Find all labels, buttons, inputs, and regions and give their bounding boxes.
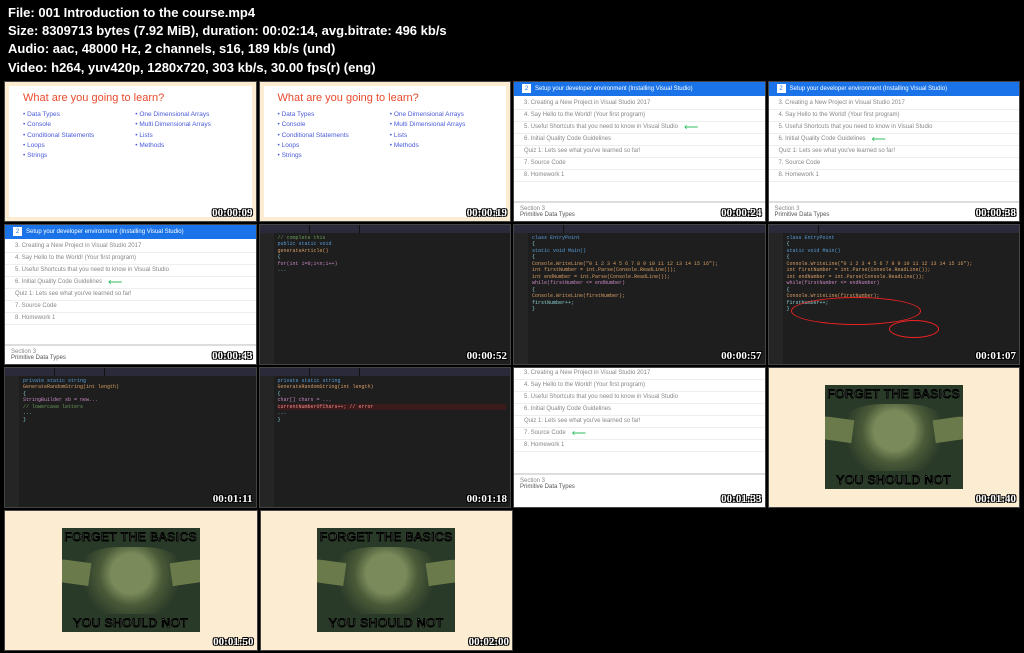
timestamp: 00:00:52 [467,350,507,362]
timestamp: 00:01:33 [721,493,761,505]
grid-row: What are you going to learn? • Data Type… [4,81,1020,222]
yoda-image [73,547,189,614]
bitrate-label: avg.bitrate: [322,23,392,38]
timestamp: 00:00:24 [721,207,761,219]
thumbnail[interactable]: FORGET THE BASICS YOU SHOULD NOT 00:01:40 [768,367,1021,508]
thumbnail[interactable]: 2Setup your developer environment (Insta… [768,81,1021,222]
timestamp: 00:00:43 [212,350,252,362]
timestamp: 00:00:38 [976,207,1016,219]
thumbnail[interactable]: What are you going to learn? • Data Type… [4,81,257,222]
audio-label: Audio: [8,41,49,56]
thumbnail[interactable]: 3. Creating a New Project in Visual Stud… [513,367,766,508]
thumbnail[interactable]: class EntryPoint{ static void Main() { C… [768,224,1021,365]
timestamp: 00:01:40 [976,493,1016,505]
thumbnail[interactable]: 2Setup your developer environment (Insta… [4,224,257,365]
thumbnail-grid: What are you going to learn? • Data Type… [0,79,1024,653]
duration-value: 00:02:14, [262,23,318,38]
video-value: h264, yuv420p, 1280x720, 303 kb/s, 30.00… [51,60,375,75]
timestamp: 00:00:09 [212,207,252,219]
thumbnail[interactable]: // complete this public static voidgener… [259,224,512,365]
code-editor: private static stringGenerateRandomStrin… [19,376,256,507]
thumbnail[interactable]: 2Setup your developer environment (Insta… [513,81,766,222]
media-info-header: File: 001 Introduction to the course.mp4… [0,0,1024,79]
thumbnail[interactable]: private static stringGenerateRandomStrin… [4,367,257,508]
section-header: 2Setup your developer environment (Insta… [514,82,765,96]
thumbnail[interactable]: FORGET THE BASICSYOU SHOULD NOT 00:02:00 [260,510,514,651]
thumbnail[interactable]: FORGET THE BASICSYOU SHOULD NOT 00:01:50 [4,510,258,651]
code-editor: class EntryPoint{ static void Main() { C… [528,233,765,364]
arrow-icon: ⟵ [572,428,586,439]
slide-col2: • One Dimensional Arrays• Multi Dimensio… [135,110,243,162]
timestamp: 00:01:18 [467,493,507,505]
thumbnail[interactable]: class EntryPoint{ static void Main() { C… [513,224,766,365]
annotation-circle [889,320,939,338]
size-value: 8309713 bytes (7.92 MiB), [42,23,199,38]
arrow-icon: ⟵ [684,122,698,133]
bitrate-value: 496 kb/s [395,23,446,38]
file-label: File: [8,5,35,20]
duration-label: duration: [202,23,258,38]
audio-value: aac, 48000 Hz, 2 channels, s16, 189 kb/s… [53,41,336,56]
yoda-image [328,547,444,614]
size-label: Size: [8,23,38,38]
timestamp: 00:01:07 [976,350,1016,362]
empty-slot [769,510,1021,651]
file-value: 001 Introduction to the course.mp4 [38,5,255,20]
empty-slot [515,510,767,651]
yoda-image [836,404,952,471]
timestamp: 00:00:57 [721,350,761,362]
video-label: Video: [8,60,48,75]
code-editor: private static stringGenerateRandomStrin… [274,376,511,507]
slide-col1: • Data Types• Console• Conditional State… [23,110,131,162]
timestamp: 00:02:00 [469,636,509,648]
timestamp: 00:01:11 [213,493,253,505]
meme-bottom-text: YOU SHOULD NOT [836,471,951,489]
arrow-icon: ⟵ [108,277,122,288]
code-editor: class EntryPoint{ static void Main() { C… [783,233,1020,364]
slide-title: What are you going to learn? [23,92,244,104]
code-editor: // complete this public static voidgener… [274,233,511,364]
thumbnail[interactable]: private static stringGenerateRandomStrin… [259,367,512,508]
thumbnail[interactable]: What are you going to learn? • Data Type… [259,81,512,222]
timestamp: 00:01:50 [213,636,253,648]
timestamp: 00:00:19 [467,207,507,219]
arrow-icon: ⟵ [872,134,886,145]
meme-top-text: FORGET THE BASICS [827,385,960,403]
